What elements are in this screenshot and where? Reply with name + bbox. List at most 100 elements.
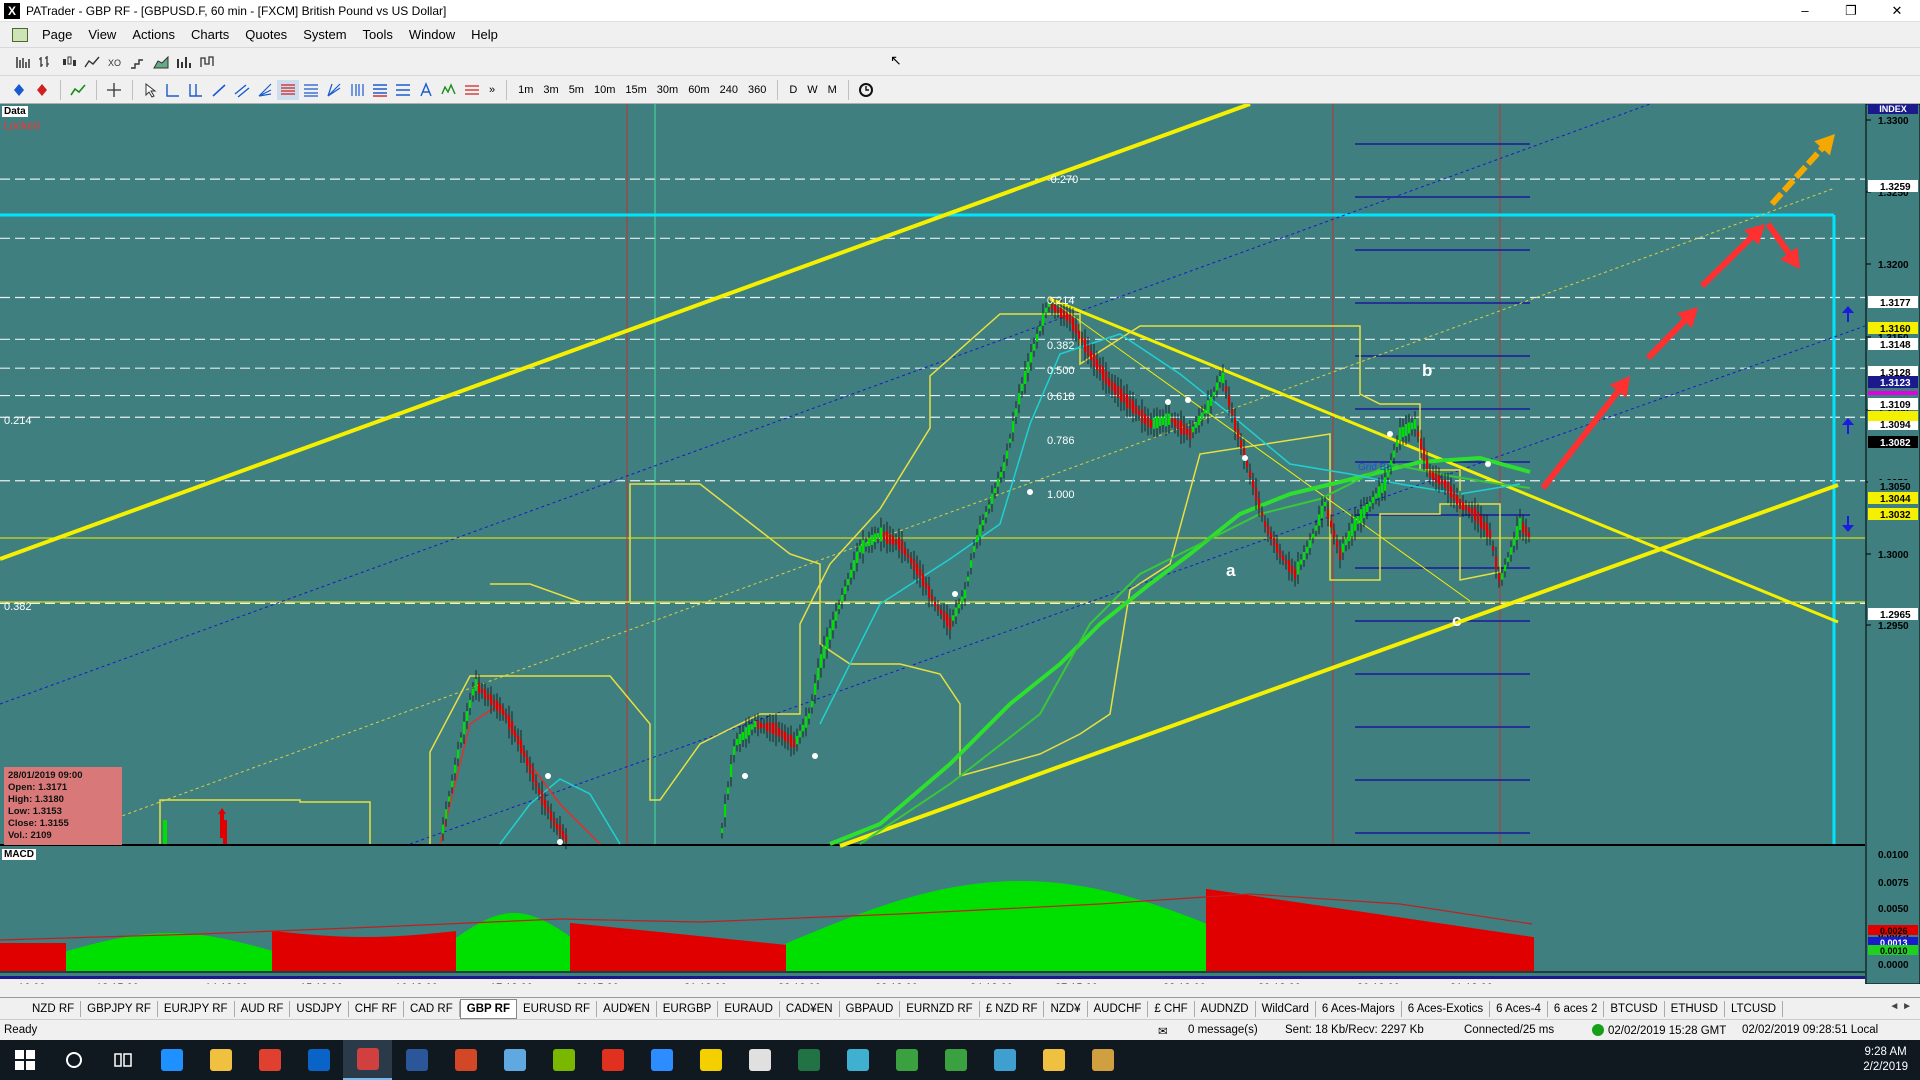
taskbar-item[interactable]: [1078, 1040, 1127, 1080]
chart-tab[interactable]: EURAUD: [718, 1000, 780, 1017]
chart-window[interactable]: 1.33001.32501.32001.31501.31001.30501.30…: [0, 94, 1920, 994]
chart-tab[interactable]: NZD RF: [26, 1000, 82, 1017]
renko-chart-icon[interactable]: [127, 52, 149, 72]
taskbar-item[interactable]: [98, 1040, 147, 1080]
taskbar-item[interactable]: [980, 1040, 1029, 1080]
line-chart-icon[interactable]: [81, 52, 103, 72]
clock-icon[interactable]: [855, 80, 877, 100]
timeframe-60m[interactable]: 60m: [683, 80, 714, 100]
menu-tools[interactable]: Tools: [355, 27, 401, 42]
chart-tab[interactable]: GBPAUD: [840, 1000, 901, 1017]
period-weekly[interactable]: W: [802, 80, 822, 100]
taskbar-item[interactable]: [392, 1040, 441, 1080]
candlestick-chart-icon[interactable]: [58, 52, 80, 72]
timeframe-15m[interactable]: 15m: [620, 80, 651, 100]
trade-levels-icon[interactable]: [461, 80, 483, 100]
taskbar-item[interactable]: [882, 1040, 931, 1080]
indicator-icon[interactable]: [67, 80, 89, 100]
taskbar-item[interactable]: [0, 1040, 49, 1080]
menu-view[interactable]: View: [80, 27, 124, 42]
menu-help[interactable]: Help: [463, 27, 506, 42]
taskbar-item[interactable]: [196, 1040, 245, 1080]
chart-tab[interactable]: CAD¥EN: [780, 1000, 840, 1017]
timeframe-360[interactable]: 360: [743, 80, 771, 100]
taskbar-item[interactable]: [1029, 1040, 1078, 1080]
trend-line-icon[interactable]: [208, 80, 230, 100]
area-chart-icon[interactable]: [150, 52, 172, 72]
taskbar-item[interactable]: [245, 1040, 294, 1080]
chart-tab[interactable]: LTCUSD: [1725, 1000, 1784, 1017]
crosshair-red-icon[interactable]: [31, 80, 53, 100]
taskbar-item[interactable]: [294, 1040, 343, 1080]
chart-tab[interactable]: USDJPY: [290, 1000, 349, 1017]
bar-chart-icon[interactable]: [12, 52, 34, 72]
crosshair-color-icon[interactable]: [8, 80, 30, 100]
timeframe-1m[interactable]: 1m: [513, 80, 538, 100]
horizontal-line-icon[interactable]: [162, 80, 184, 100]
taskbar-item[interactable]: [686, 1040, 735, 1080]
taskbar-item[interactable]: [833, 1040, 882, 1080]
message-envelope-icon[interactable]: ✉: [1158, 1024, 1168, 1038]
chart-tab[interactable]: AUDNZD: [1195, 1000, 1256, 1017]
fib-extension-icon[interactable]: [300, 80, 322, 100]
minimize-button[interactable]: –: [1782, 0, 1828, 22]
taskbar-clock[interactable]: 9:28 AM 2/2/2019: [1863, 1045, 1908, 1075]
text-tool-icon[interactable]: [415, 80, 437, 100]
taskbar-item[interactable]: [441, 1040, 490, 1080]
menu-window[interactable]: Window: [401, 27, 463, 42]
chart-tab[interactable]: 6 Aces-4: [1490, 1000, 1548, 1017]
chart-tab[interactable]: CHF RF: [349, 1000, 404, 1017]
chart-tab[interactable]: AUD¥EN: [597, 1000, 657, 1017]
menu-system[interactable]: System: [295, 27, 354, 42]
menu-quotes[interactable]: Quotes: [237, 27, 295, 42]
chart-tab[interactable]: GBP RF: [459, 998, 517, 1019]
price-chart[interactable]: 1.33001.32501.32001.31501.31001.30501.30…: [0, 94, 1920, 994]
kagi-chart-icon[interactable]: [196, 52, 218, 72]
pointer-tool-icon[interactable]: [139, 80, 161, 100]
chart-tab[interactable]: NZD¥: [1044, 1000, 1088, 1017]
timeframe-240[interactable]: 240: [715, 80, 743, 100]
chart-tab[interactable]: EURUSD RF: [517, 1000, 598, 1017]
chart-tab[interactable]: 6 aces 2: [1548, 1000, 1605, 1017]
histogram-chart-icon[interactable]: [173, 52, 195, 72]
point-figure-icon[interactable]: XO: [104, 52, 126, 72]
crosshair-icon[interactable]: [103, 80, 125, 100]
chart-tab[interactable]: AUDCHF: [1088, 1000, 1149, 1017]
chart-tab[interactable]: AUD RF: [235, 1000, 291, 1017]
tab-scroll-arrows-icon[interactable]: ◄ ►: [1889, 1001, 1912, 1012]
status-messages[interactable]: 0 message(s): [1188, 1024, 1258, 1036]
taskbar-item[interactable]: [931, 1040, 980, 1080]
vertical-line-icon[interactable]: [185, 80, 207, 100]
taskbar-item[interactable]: [735, 1040, 784, 1080]
chart-tab[interactable]: EURGBP: [657, 1000, 719, 1017]
taskbar-item[interactable]: [343, 1040, 392, 1080]
taskbar-item[interactable]: [784, 1040, 833, 1080]
channel-tool-icon[interactable]: [231, 80, 253, 100]
chart-tab[interactable]: £ NZD RF: [980, 1000, 1045, 1017]
chart-tab[interactable]: BTCUSD: [1604, 1000, 1665, 1017]
more-tools-chevron-icon[interactable]: »: [484, 80, 500, 100]
chart-tab[interactable]: 6 Aces-Exotics: [1402, 1000, 1491, 1017]
chart-tab[interactable]: CAD RF: [404, 1000, 460, 1017]
restore-button[interactable]: ❐: [1828, 0, 1874, 22]
timeframe-3m[interactable]: 3m: [538, 80, 563, 100]
taskbar-item[interactable]: [490, 1040, 539, 1080]
chart-tab[interactable]: EURJPY RF: [158, 1000, 235, 1017]
menu-charts[interactable]: Charts: [183, 27, 237, 42]
fib-retracement-icon[interactable]: [277, 79, 299, 100]
menu-page[interactable]: Page: [34, 27, 80, 42]
elliott-wave-icon[interactable]: [438, 80, 460, 100]
chart-tab[interactable]: ETHUSD: [1665, 1000, 1725, 1017]
taskbar-item[interactable]: [539, 1040, 588, 1080]
taskbar-item[interactable]: [49, 1040, 98, 1080]
andrews-pitchfork-icon[interactable]: [369, 80, 391, 100]
taskbar-item[interactable]: [637, 1040, 686, 1080]
chart-tab[interactable]: 6 Aces-Majors: [1316, 1000, 1402, 1017]
timeframe-10m[interactable]: 10m: [589, 80, 620, 100]
taskbar-item[interactable]: [588, 1040, 637, 1080]
ohlc-chart-icon[interactable]: [35, 52, 57, 72]
period-daily[interactable]: D: [784, 80, 802, 100]
chart-tab[interactable]: GBPJPY RF: [81, 1000, 158, 1017]
period-monthly[interactable]: M: [823, 80, 842, 100]
chart-tab[interactable]: WildCard: [1256, 1000, 1316, 1017]
